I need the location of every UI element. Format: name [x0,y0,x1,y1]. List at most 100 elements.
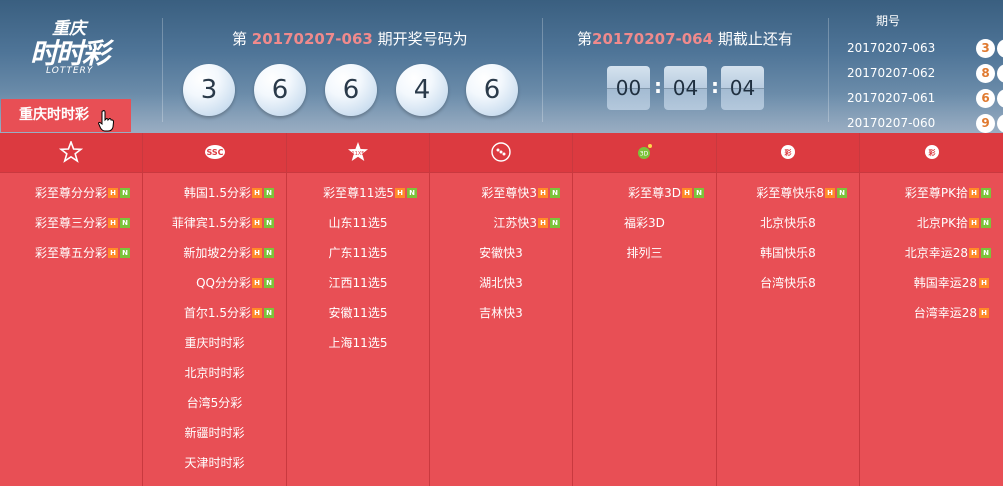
new-badge: N [120,248,130,258]
lottery-game-link[interactable]: 首尔1.5分彩 H N [143,298,286,328]
lottery-column-header[interactable] [430,133,572,173]
lottery-game-label: 福彩3D [624,216,665,230]
history-row[interactable]: 20170207-061 6 [847,89,1003,109]
lottery-column: SSC 韩国1.5分彩 H N 菲律宾1.5分彩 H N 新加坡2分彩 H N QQ分分彩 H N 首尔1… [143,133,287,486]
lottery-game-link[interactable]: 安徽11选5 [287,298,429,328]
lottery-game-link[interactable]: 新加坡2分彩 H N [143,238,286,268]
lottery-game-label: 韩国1.5分彩 [183,186,251,200]
lottery-game-link[interactable]: 北京幸运28 H N [860,238,1003,268]
lottery-game-link[interactable]: 上海11选5 [287,328,429,358]
hot-badge: H [979,278,989,288]
history-row[interactable]: 20170207-060 9 [847,114,1003,133]
new-badge: N [981,188,991,198]
lottery-game-link[interactable]: 韩国幸运28 H [860,268,1003,298]
lottery-game-link[interactable]: 彩至尊分分彩 H N [0,178,142,208]
lottery-game-label: 新疆时时彩 [184,426,245,440]
lottery-game-label: 江苏快3 [493,216,537,230]
lottery-game-link[interactable]: 排列三 [573,238,716,268]
hot-badge: H [252,308,262,318]
hot-badge: H [108,248,118,258]
timer-hours: 00 [607,66,650,110]
next-draw-title: 第20170207-064 期截止还有 [577,28,793,49]
lottery-game-link[interactable]: 重庆时时彩 [143,328,286,358]
lottery-game-link[interactable]: 福彩3D [573,208,716,238]
lottery-game-label: 北京幸运28 [904,246,968,260]
current-prefix: 第 [232,30,248,48]
lottery-game-link[interactable]: 江苏快3 H N [430,208,572,238]
lottery-game-link[interactable]: 湖北快3 [430,268,572,298]
lottery-game-link[interactable]: 彩至尊五分彩 H N [0,238,142,268]
lottery-game-label: QQ分分彩 [196,276,251,290]
winning-ball: 3 [183,64,235,116]
lottery-game-link[interactable]: 彩至尊3D H N [573,178,716,208]
history-ball [997,114,1003,133]
history-ball [997,64,1003,83]
hot-badge: H [969,218,979,228]
lottery-game-link[interactable]: 安徽快3 [430,238,572,268]
lottery-game-label: 彩至尊11选5 [323,186,394,200]
lottery-game-link[interactable]: 韩国快乐8 [717,238,859,268]
hand-cursor-icon [98,110,114,132]
lottery-game-link[interactable]: 山东11选5 [287,208,429,238]
lottery-game-link[interactable]: 天津时时彩 [143,448,286,478]
lottery-column: 彩至尊分分彩 H N 彩至尊三分彩 H N 彩至尊五分彩 H N [0,133,143,486]
lottery-game-link[interactable]: 彩至尊PK拾 H N [860,178,1003,208]
hot-badge: H [108,188,118,198]
lottery-game-label: 首尔1.5分彩 [183,306,251,320]
lottery-game-label: 重庆时时彩 [184,336,245,350]
lottery-game-link[interactable]: 台湾5分彩 [143,388,286,418]
lottery-game-link[interactable]: 彩至尊三分彩 H N [0,208,142,238]
new-badge: N [550,218,560,228]
lottery-game-link[interactable]: 台湾快乐8 [717,268,859,298]
lottery-column-header[interactable]: 11X5 [287,133,429,173]
lottery-game-link[interactable]: 江西11选5 [287,268,429,298]
lottery-game-link[interactable]: 北京快乐8 [717,208,859,238]
new-badge: N [837,188,847,198]
hot-badge: H [979,308,989,318]
lottery-game-label: 台湾5分彩 [186,396,243,410]
k3-dice-icon [489,141,513,163]
timer-separator: : [654,74,662,98]
lottery-game-link[interactable]: 菲律宾1.5分彩 H N [143,208,286,238]
lottery-game-link[interactable]: 北京PK拾 H N [860,208,1003,238]
lottery-header: 重庆 时时彩 LOTTERY 第 20170207-063 期开奖号码为 3 6… [0,0,1003,133]
svg-text:3D: 3D [639,151,648,158]
lottery-column-header[interactable]: SSC [143,133,286,173]
lottery-game-link[interactable]: 彩至尊快乐8 H N [717,178,859,208]
lottery-game-label: 彩至尊PK拾 [904,186,968,200]
lottery-game-link[interactable]: 彩至尊11选5 H N [287,178,429,208]
lottery-game-label: 菲律宾1.5分彩 [171,216,251,230]
lottery-game-link[interactable]: 吉林快3 [430,298,572,328]
lottery-game-label: 湖北快3 [479,276,523,290]
svg-text:彩: 彩 [927,148,936,157]
history-ball [997,39,1003,58]
lottery-game-link[interactable]: 台湾幸运28 H [860,298,1003,328]
hot-badge: H [538,218,548,228]
hot-badge: H [108,218,118,228]
history-row[interactable]: 20170207-063 3 [847,39,1003,59]
lottery-game-link[interactable]: 广东11选5 [287,238,429,268]
lottery-game-link[interactable]: 彩至尊快3 H N [430,178,572,208]
history-row[interactable]: 20170207-062 8 [847,64,1003,84]
lottery-game-link[interactable]: 北京时时彩 [143,358,286,388]
lottery-column-header[interactable]: 彩 [860,133,1003,173]
lottery-column-header[interactable]: 3D [573,133,716,173]
hot-badge: H [825,188,835,198]
lottery-column-header[interactable] [0,133,142,173]
lottery-menu-panel: 彩至尊分分彩 H N 彩至尊三分彩 H N 彩至尊五分彩 H N SSC 韩国1.5分彩 H N 菲律宾1… [0,133,1003,486]
svg-text:彩: 彩 [784,148,793,157]
lottery-column: 彩至尊快3 H N 江苏快3 H N 安徽快3 湖北快3 吉林快3 [430,133,573,486]
lottery-game-label: 排列三 [626,246,663,260]
lottery-game-label: 台湾快乐8 [760,276,816,290]
lottery-column-header[interactable]: 彩 [717,133,859,173]
timer-minutes: 04 [664,66,707,110]
winning-ball: 6 [466,64,518,116]
new-badge: N [407,188,417,198]
lottery-game-link[interactable]: QQ分分彩 H N [143,268,286,298]
keno-ball-icon: 彩 [776,141,800,163]
hot-badge: H [538,188,548,198]
hot-badge: H [252,188,262,198]
lottery-game-link[interactable]: 新疆时时彩 [143,418,286,448]
lottery-game-label: 江西11选5 [328,276,388,290]
lottery-game-link[interactable]: 韩国1.5分彩 H N [143,178,286,208]
